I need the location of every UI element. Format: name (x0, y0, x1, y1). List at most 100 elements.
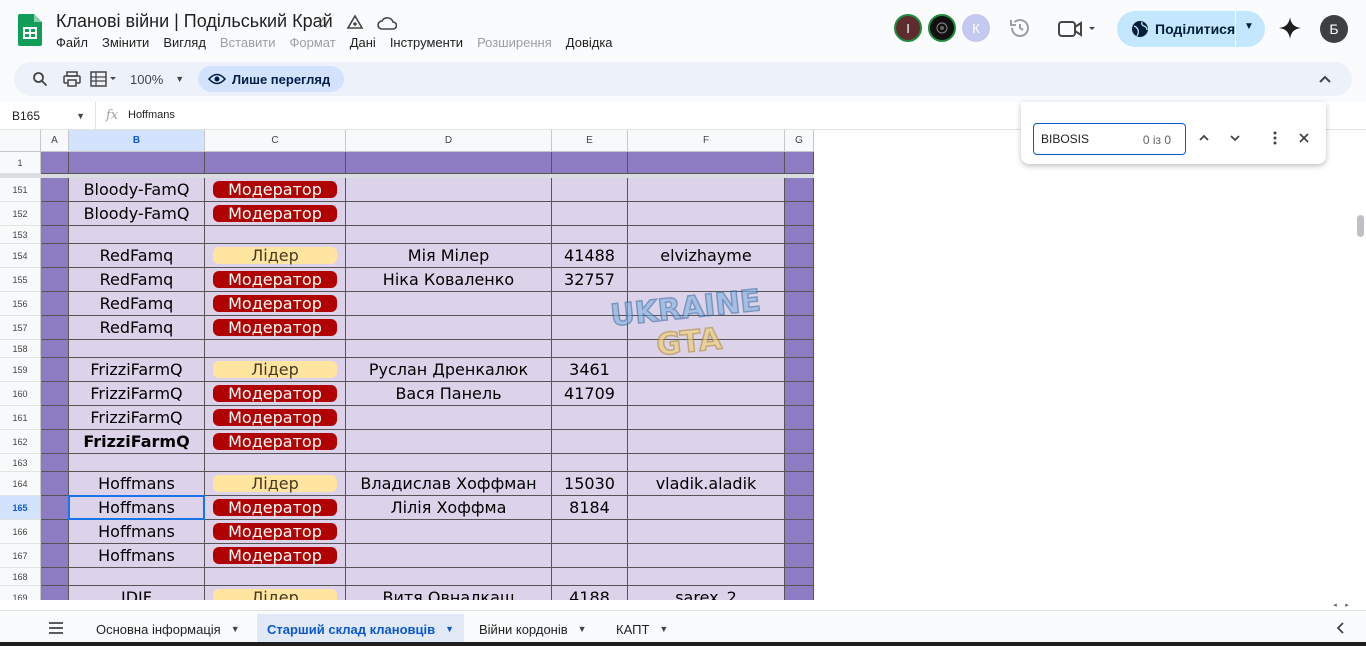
cell-clan[interactable]: Hoffmans (69, 520, 205, 544)
leader-chip[interactable]: Лідер (213, 360, 337, 379)
cell-a[interactable] (41, 496, 69, 520)
cell-clan[interactable]: FrizziFarmQ (69, 430, 205, 454)
leader-chip[interactable]: Лідер (213, 588, 337, 600)
row-header[interactable]: 154 (0, 244, 41, 268)
cell-role[interactable] (205, 454, 346, 472)
row-header[interactable]: 160 (0, 382, 41, 406)
cell-discord[interactable] (628, 454, 785, 472)
cell-a[interactable] (41, 454, 69, 472)
row-header[interactable]: 165 (0, 496, 41, 520)
row-header[interactable]: 162 (0, 430, 41, 454)
cell-discord[interactable] (628, 202, 785, 226)
chevron-down-icon[interactable]: ▼ (659, 624, 668, 634)
row-header[interactable]: 156 (0, 292, 41, 316)
cell-name[interactable] (346, 568, 552, 586)
find-close-button[interactable] (1295, 129, 1313, 147)
row-header[interactable]: 168 (0, 568, 41, 586)
cell-a[interactable] (41, 226, 69, 244)
print-icon[interactable] (62, 67, 82, 91)
cell-discord[interactable] (628, 544, 785, 568)
row-header[interactable]: 161 (0, 406, 41, 430)
cell-a[interactable] (41, 520, 69, 544)
cell-a[interactable] (41, 358, 69, 382)
cell-a[interactable] (41, 244, 69, 268)
cell-role[interactable] (205, 568, 346, 586)
moderator-chip[interactable]: Модератор (213, 546, 337, 565)
cell-clan[interactable] (69, 568, 205, 586)
table-cell[interactable] (346, 152, 552, 174)
cell-g[interactable] (785, 568, 814, 586)
column-header-f[interactable]: F (628, 130, 785, 152)
cell-id[interactable]: 41488 (552, 244, 628, 268)
table-cell[interactable] (785, 152, 814, 174)
moderator-chip[interactable]: Модератор (213, 522, 337, 541)
cell-clan[interactable] (69, 226, 205, 244)
chevron-up-icon[interactable] (1316, 70, 1334, 88)
cell-discord[interactable]: elvizhayme (628, 244, 785, 268)
row-header[interactable]: 169 (0, 586, 41, 600)
cell-a[interactable] (41, 544, 69, 568)
chevron-left-icon[interactable] (1334, 621, 1348, 635)
find-previous-button[interactable] (1195, 129, 1213, 147)
column-header-g[interactable]: G (785, 130, 814, 152)
column-header-c[interactable]: C (205, 130, 346, 152)
cell-role[interactable]: Лідер (205, 586, 346, 600)
cell-role[interactable]: Модератор (205, 496, 346, 520)
table-cell[interactable] (552, 152, 628, 174)
cell-name[interactable]: Руслан Дренкалюк (346, 358, 552, 382)
cell-a[interactable] (41, 382, 69, 406)
table-cell[interactable] (69, 152, 205, 174)
cell-a[interactable] (41, 316, 69, 340)
cell-a[interactable] (41, 568, 69, 586)
menu-edit[interactable]: Змінити (102, 35, 156, 50)
cell-name[interactable]: Лілія Хоффма (346, 496, 552, 520)
cell-a[interactable] (41, 268, 69, 292)
select-all-corner[interactable] (0, 130, 41, 152)
sheet-tab-kapt[interactable]: КАПТ ▼ (606, 614, 678, 644)
cell-g[interactable] (785, 544, 814, 568)
cell-g[interactable] (785, 268, 814, 292)
cell-clan[interactable]: Bloody-FamQ (69, 178, 205, 202)
cell-discord[interactable] (628, 178, 785, 202)
row-header[interactable]: 152 (0, 202, 41, 226)
cell-id[interactable] (552, 178, 628, 202)
collaborator-avatar[interactable]: І (894, 14, 922, 42)
cell-g[interactable] (785, 178, 814, 202)
cell-role[interactable]: Модератор (205, 406, 346, 430)
cell-id[interactable]: 41709 (552, 382, 628, 406)
row-header[interactable]: 155 (0, 268, 41, 292)
cell-id[interactable]: 15030 (552, 472, 628, 496)
cell-clan[interactable]: Bloody-FamQ (69, 202, 205, 226)
cell-name[interactable]: Вася Панель (346, 382, 552, 406)
cell-role[interactable]: Модератор (205, 292, 346, 316)
cell-g[interactable] (785, 382, 814, 406)
cell-g[interactable] (785, 430, 814, 454)
menu-data[interactable]: Дані (350, 35, 383, 50)
cell-role[interactable]: Модератор (205, 202, 346, 226)
table-cell[interactable] (41, 152, 69, 174)
table-cell[interactable] (205, 152, 346, 174)
history-icon[interactable] (1008, 16, 1032, 40)
scroll-left-icon[interactable]: ◂ (1330, 600, 1340, 610)
column-header-d[interactable]: D (346, 130, 552, 152)
row-header[interactable]: 153 (0, 226, 41, 244)
column-header-a[interactable]: A (41, 130, 69, 152)
cell-name[interactable]: Мія Мілер (346, 244, 552, 268)
cell-role[interactable]: Лідер (205, 358, 346, 382)
vertical-scrollbar[interactable] (1356, 130, 1366, 610)
sheets-logo-icon[interactable] (18, 14, 42, 46)
cell-a[interactable] (41, 406, 69, 430)
cell-name[interactable]: Владислав Хоффман (346, 472, 552, 496)
cell-clan[interactable] (69, 454, 205, 472)
gemini-icon[interactable] (1278, 16, 1302, 40)
cell-g[interactable] (785, 454, 814, 472)
cell-role[interactable]: Модератор (205, 544, 346, 568)
user-avatar[interactable]: Б (1320, 15, 1348, 43)
formula-input[interactable]: Hoffmans (128, 109, 175, 121)
row-header[interactable]: 167 (0, 544, 41, 568)
spreadsheet-grid[interactable]: A B C D E F G 1 151 Bloody-FamQ Модератор 152 Bloody… (0, 130, 1356, 600)
view-only-button[interactable]: Лише перегляд (198, 66, 345, 92)
moderator-chip[interactable]: Модератор (213, 294, 337, 313)
menu-help[interactable]: Довідка (566, 35, 620, 50)
cell-role[interactable]: Модератор (205, 520, 346, 544)
